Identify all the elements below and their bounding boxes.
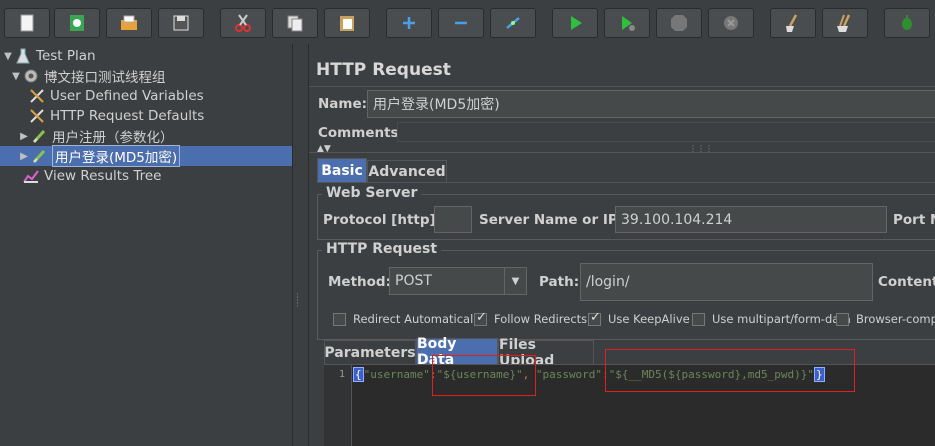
protocol-field[interactable]: [434, 206, 472, 233]
toggle-icon[interactable]: [490, 8, 536, 38]
annotation-box-password: [605, 349, 855, 392]
comments-label: Comments:: [318, 125, 404, 141]
expand-arrow-icon[interactable]: ▼: [2, 51, 14, 62]
checkbox-box: [692, 312, 705, 326]
tree-item-thread-group[interactable]: ▼ 博文接口测试线程组: [10, 66, 166, 86]
method-value: POST: [395, 273, 432, 289]
thread-group-icon: [22, 67, 40, 85]
checkbox-box: ✓: [474, 309, 487, 326]
open-icon[interactable]: [106, 8, 152, 38]
check-icon: ✓: [590, 309, 601, 325]
server-name-label: Server Name or IP:: [479, 212, 624, 228]
test-plan-tree: ▼ Test Plan ▼ 博文接口测试线程组 User Defined Var…: [0, 44, 292, 446]
use-keepalive-checkbox[interactable]: ✓ Use KeepAlive: [588, 309, 690, 326]
expand-icon[interactable]: [386, 8, 432, 38]
search-icon[interactable]: [884, 8, 930, 38]
browser-compatible-checkbox[interactable]: Browser-compa: [836, 312, 935, 326]
tree-item-view-results-tree[interactable]: View Results Tree: [22, 166, 162, 186]
annotation-box-username: [432, 355, 536, 396]
code-open-brace: {: [353, 367, 364, 382]
collapsed-arrow-icon[interactable]: ▶: [18, 151, 30, 162]
tab-advanced[interactable]: Advanced: [367, 160, 447, 182]
new-icon[interactable]: [4, 8, 50, 38]
http-request-panel: HTTP Request Name: 用户登录(MD5加密) Comments:…: [308, 44, 935, 446]
path-field[interactable]: /login/: [580, 263, 873, 301]
comments-field[interactable]: [397, 122, 935, 142]
follow-redirects-checkbox[interactable]: ✓ Follow Redirects: [474, 309, 587, 326]
expand-arrow-icon[interactable]: ▼: [10, 71, 22, 82]
checkbox-box: ✓: [588, 309, 601, 326]
chevron-down-icon[interactable]: ▼: [504, 268, 526, 294]
content-encoding-label: Content: [878, 274, 935, 290]
listener-icon: [22, 167, 40, 185]
toolbar: [0, 0, 935, 44]
config-icon: [28, 107, 46, 125]
collapsed-arrow-icon[interactable]: ▶: [18, 131, 30, 142]
tree-item-user-defined-variables[interactable]: User Defined Variables: [28, 86, 204, 106]
tab-parameters[interactable]: Parameters: [324, 340, 416, 364]
sampler-icon: [30, 147, 48, 165]
method-label: Method:: [328, 274, 391, 290]
cut-icon[interactable]: [220, 8, 266, 38]
clear-all-icon[interactable]: [822, 8, 868, 38]
copy-icon[interactable]: [272, 8, 318, 38]
tab-basic[interactable]: Basic: [317, 158, 367, 182]
config-icon: [28, 87, 46, 105]
tree-item-user-register[interactable]: ▶ 用户注册（参数化）: [18, 126, 174, 146]
name-field[interactable]: 用户登录(MD5加密): [367, 90, 935, 118]
code-key-password: "password": [529, 368, 603, 381]
tree-item-http-request-defaults[interactable]: HTTP Request Defaults: [28, 106, 204, 126]
web-server-title: Web Server: [322, 185, 422, 201]
method-select[interactable]: POST ▼: [389, 267, 527, 295]
divider: [309, 86, 935, 87]
test-plan-icon: [14, 47, 32, 65]
http-request-group-title: HTTP Request: [322, 241, 442, 257]
divider: [309, 152, 935, 153]
splitter-grip-icon: · · · · ·: [296, 290, 299, 312]
stop-icon[interactable]: [656, 8, 702, 38]
start-no-pause-icon[interactable]: [604, 8, 650, 38]
use-multipart-checkbox[interactable]: Use multipart/form-data: [692, 312, 851, 326]
name-label: Name:: [318, 96, 368, 112]
clear-icon[interactable]: [770, 8, 816, 38]
checkbox-box: [333, 312, 346, 326]
paste-icon[interactable]: [324, 8, 370, 38]
line-number-gutter: 1: [324, 365, 352, 446]
page-title: HTTP Request: [316, 60, 451, 80]
port-label: Port N: [893, 212, 935, 228]
collapse-icon[interactable]: [438, 8, 484, 38]
start-icon[interactable]: [552, 8, 598, 38]
shutdown-icon[interactable]: [708, 8, 754, 38]
divider: [317, 182, 935, 183]
tree-item-test-plan[interactable]: ▼ Test Plan: [2, 46, 95, 66]
protocol-label: Protocol [http]:: [323, 212, 442, 228]
code-key-username: "username": [363, 368, 430, 381]
sampler-icon: [30, 127, 48, 145]
check-icon: ✓: [476, 309, 487, 325]
path-label: Path:: [539, 274, 580, 290]
save-icon[interactable]: [158, 8, 204, 38]
panel-splitter[interactable]: · · · · ·: [292, 44, 302, 446]
tree-item-user-login[interactable]: ▶ 用户登录(MD5加密): [18, 145, 181, 167]
checkbox-box: [836, 312, 849, 326]
templates-icon[interactable]: [54, 8, 100, 38]
server-name-field[interactable]: 39.100.104.214: [615, 206, 887, 233]
redirect-automatically-checkbox[interactable]: Redirect Automatically: [333, 312, 483, 326]
